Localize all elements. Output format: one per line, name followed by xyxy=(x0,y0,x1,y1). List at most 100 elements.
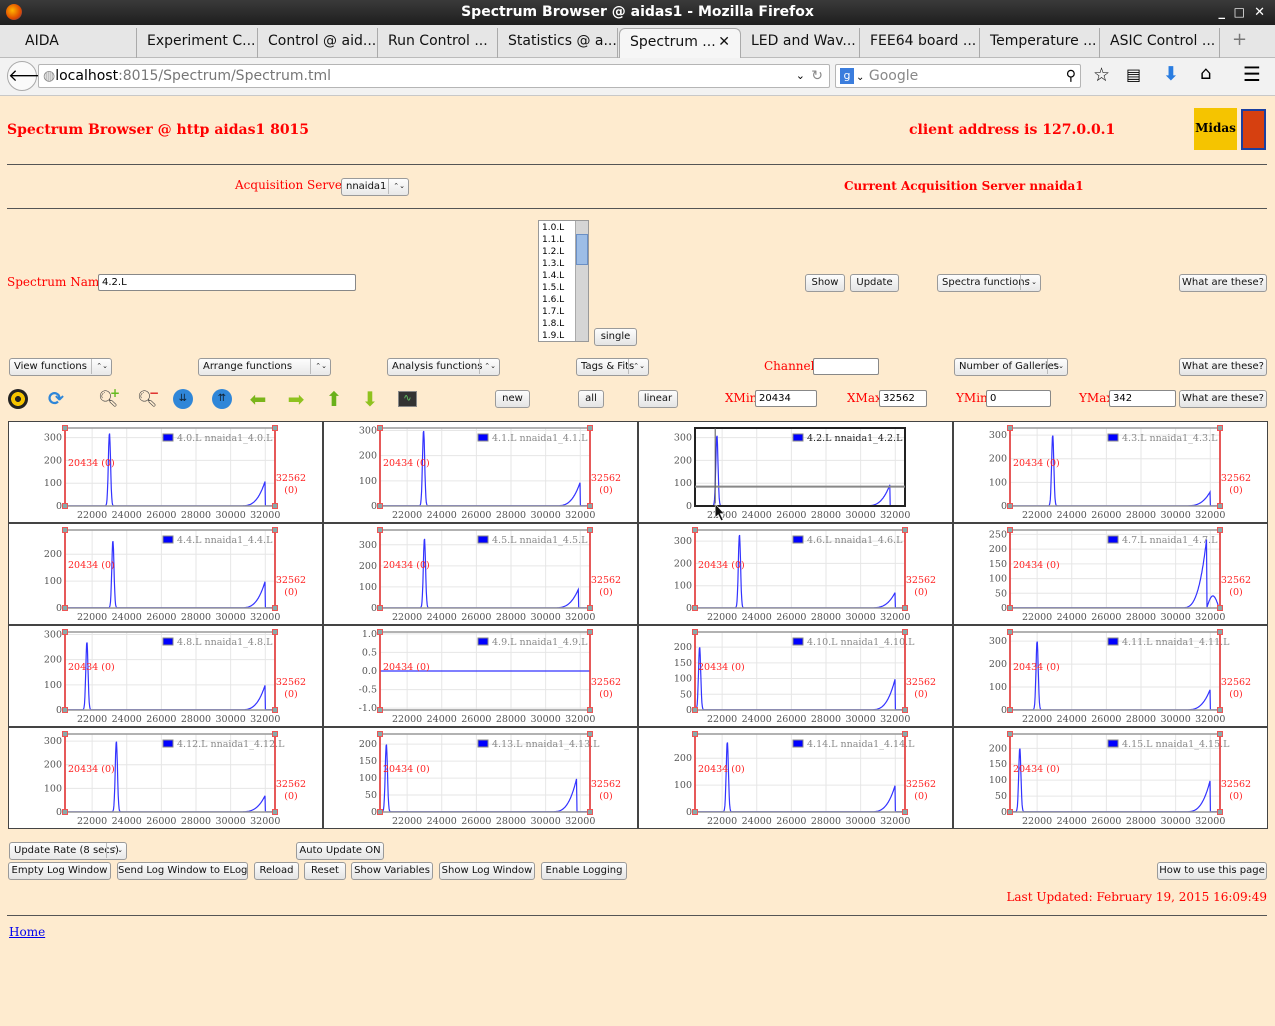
spectrum-panel[interactable]: 22000 24000 26000 28000 30000 32000 0 100 200 300… xyxy=(953,625,1268,727)
spectrum-panel[interactable]: 22000 24000 26000 28000 30000 32000 0 100 200 300… xyxy=(638,421,953,523)
what-are-these-button[interactable]: What are these? xyxy=(1179,390,1267,408)
enable-logging-button[interactable]: Enable Logging xyxy=(541,862,627,880)
tab-led[interactable]: LED and Wav... xyxy=(741,28,860,58)
spectra-functions-select[interactable]: Spectra functions xyxy=(937,274,1041,292)
compress-vertical-icon[interactable]: ⇈ xyxy=(212,389,232,409)
zoom-out-icon[interactable]: 🔍︎ − xyxy=(137,386,159,409)
channel-input[interactable] xyxy=(813,358,879,375)
auto-update-button[interactable]: Auto Update ON xyxy=(296,842,384,860)
home-link[interactable]: Home xyxy=(9,925,45,939)
spectrum-panel[interactable]: 22000 24000 26000 28000 30000 32000 0 100 200 4.4… xyxy=(8,523,323,625)
url-dropdown-icon[interactable]: ⌄ xyxy=(796,65,805,87)
what-are-these-button[interactable]: What are these? xyxy=(1179,358,1267,376)
update-button[interactable]: Update xyxy=(850,274,899,292)
binoculars-icon[interactable]: ⚲ xyxy=(1066,65,1076,87)
reload-button[interactable]: Reload xyxy=(254,862,299,880)
spectrum-chart[interactable]: 22000 24000 26000 28000 30000 32000 0 50 100 150 2… xyxy=(954,524,1269,626)
spectrum-name-input[interactable]: 4.2.L xyxy=(98,274,356,291)
radiation-icon[interactable] xyxy=(8,389,28,409)
tab-control[interactable]: Control @ aid... xyxy=(258,28,378,58)
arrow-right-icon[interactable]: ➡ xyxy=(286,389,306,409)
spectrum-chart[interactable]: 22000 24000 26000 28000 30000 32000 0 100 200 4.1… xyxy=(639,728,954,830)
spectrum-panel[interactable]: 22000 24000 26000 28000 30000 32000 0 50 100 150 2… xyxy=(323,727,638,829)
monitor-icon[interactable]: ∿ xyxy=(398,391,417,407)
downloads-icon[interactable]: ⬇ xyxy=(1163,63,1179,85)
tab-fee64[interactable]: FEE64 board ... xyxy=(860,28,980,58)
spectrum-panel[interactable]: 22000 24000 26000 28000 30000 32000 0 100 200 300… xyxy=(8,727,323,829)
arrow-down-icon[interactable]: ⬇ xyxy=(360,389,380,409)
minimize-icon[interactable]: _ xyxy=(1219,0,1226,25)
spectrum-panel[interactable]: 22000 24000 26000 28000 30000 32000 0 100 200 300… xyxy=(953,421,1268,523)
menu-icon[interactable]: ☰ xyxy=(1243,62,1261,86)
update-rate-select[interactable]: Update Rate (8 secs) xyxy=(9,842,127,860)
ymin-input[interactable]: 0 xyxy=(986,390,1051,407)
reset-button[interactable]: Reset xyxy=(304,862,346,880)
acquisition-server-select[interactable]: nnaida1 xyxy=(341,178,409,196)
tab-spectrum[interactable]: Spectrum ... ✕ xyxy=(619,28,741,58)
list-scrollbar[interactable] xyxy=(575,221,588,341)
refresh-icon[interactable]: ⟳ xyxy=(46,389,66,409)
spectrum-panel[interactable]: 22000 24000 26000 28000 30000 32000 -1.0 -0.5 0.… xyxy=(323,625,638,727)
send-log-to-elog-button[interactable]: Send Log Window to ELog xyxy=(117,862,248,880)
spectrum-panel[interactable]: 22000 24000 26000 28000 30000 32000 0 50 100 150 2… xyxy=(953,523,1268,625)
ymax-input[interactable]: 342 xyxy=(1109,390,1176,407)
spectrum-panel[interactable]: 22000 24000 26000 28000 30000 32000 0 100 200 4.1… xyxy=(638,727,953,829)
new-button[interactable]: new xyxy=(495,390,530,408)
spectrum-chart[interactable]: 22000 24000 26000 28000 30000 32000 0 50 100 150 2… xyxy=(324,728,639,830)
spectrum-chart[interactable]: 22000 24000 26000 28000 30000 320000100200300… xyxy=(639,422,954,524)
show-variables-button[interactable]: Show Variables xyxy=(351,862,433,880)
spectrum-panel[interactable]: 22000 24000 26000 28000 30000 32000 0 100 200 300… xyxy=(8,421,323,523)
new-tab-icon[interactable]: + xyxy=(1232,29,1247,50)
maximize-icon[interactable]: □ xyxy=(1234,0,1245,25)
show-log-window-button[interactable]: Show Log Window xyxy=(439,862,535,880)
tags-fits-select[interactable]: Tags & Fits xyxy=(576,358,649,376)
spectrum-chart[interactable]: 22000 24000 26000 28000 30000 320000100200300… xyxy=(9,626,324,728)
scrollbar-thumb[interactable] xyxy=(576,234,588,265)
linear-button[interactable]: linear xyxy=(638,390,678,408)
bookmark-star-icon[interactable]: ☆ xyxy=(1093,64,1110,86)
spectrum-chart[interactable]: 22000 24000 26000 28000 30000 32000 0 50 100 150 2… xyxy=(639,626,954,728)
all-button[interactable]: all xyxy=(578,390,604,408)
spectrum-chart[interactable]: 22000 24000 26000 28000 30000 32000 -1.0 -0.5 0.… xyxy=(324,626,639,728)
analysis-functions-select[interactable]: Analysis functions xyxy=(387,358,500,376)
show-button[interactable]: Show xyxy=(805,274,845,292)
spectrum-panel[interactable]: 22000 24000 26000 28000 30000 32000 0 50 100 150 2… xyxy=(953,727,1268,829)
spectrum-chart[interactable]: 22000 24000 26000 28000 30000 320000100200300… xyxy=(9,728,324,830)
tab-aida[interactable]: AIDA xyxy=(15,28,137,58)
tab-run-control[interactable]: Run Control ... xyxy=(378,28,498,58)
spectrum-panel[interactable]: 22000 24000 26000 28000 30000 32000 0 50 100 150 2… xyxy=(638,625,953,727)
empty-log-window-button[interactable]: Empty Log Window xyxy=(8,862,111,880)
view-functions-select[interactable]: View functions xyxy=(9,358,112,376)
spectrum-chart[interactable]: 22000 24000 26000 28000 30000 320000100200300… xyxy=(954,626,1269,728)
spectrum-panel[interactable]: 22000 24000 26000 28000 30000 32000 0 100 200 300… xyxy=(638,523,953,625)
home-icon[interactable]: ⌂ xyxy=(1200,63,1211,84)
number-of-galleries-select[interactable]: Number of Galleries xyxy=(954,358,1068,376)
spectrum-list[interactable]: 1.0.L 1.1.L 1.2.L 1.3.L 1.4.L 1.5.L 1.6.L 1.7.L… xyxy=(538,220,589,342)
reload-icon[interactable]: ↻ xyxy=(811,65,823,87)
xmax-input[interactable]: 32562 xyxy=(879,390,927,407)
close-tab-icon[interactable]: ✕ xyxy=(718,29,730,55)
single-button[interactable]: single xyxy=(594,328,637,346)
spectrum-panel[interactable]: 22000 24000 26000 28000 30000 32000 0 100 200 300… xyxy=(323,421,638,523)
arrow-left-icon[interactable]: ⬅ xyxy=(248,389,268,409)
tab-asic-control[interactable]: ASIC Control ... xyxy=(1100,28,1220,58)
url-bar[interactable]: ◍localhost:8015/Spectrum/Spectrum.tml ⌄ … xyxy=(38,64,830,88)
close-window-icon[interactable]: ✕ xyxy=(1254,0,1265,25)
tab-experiment-control[interactable]: Experiment C... xyxy=(137,28,258,58)
expand-vertical-icon[interactable]: ⇊ xyxy=(173,389,193,409)
back-button[interactable]: 🡐 xyxy=(7,61,54,91)
spectrum-panel[interactable]: 22000 24000 26000 28000 30000 32000 0 100 200 300… xyxy=(323,523,638,625)
arrow-up-icon[interactable]: ⬆ xyxy=(324,389,344,409)
spectrum-chart[interactable]: 22000 24000 26000 28000 30000 320000100200300… xyxy=(324,422,639,524)
spectrum-chart[interactable]: 22000 24000 26000 28000 30000 32000 0 50 100 150 2… xyxy=(954,728,1269,830)
arrange-functions-select[interactable]: Arrange functions xyxy=(198,358,331,376)
what-are-these-button[interactable]: What are these? xyxy=(1179,274,1267,292)
spectrum-chart[interactable]: 22000 24000 26000 28000 30000 320000100200300… xyxy=(954,422,1269,524)
spectrum-chart[interactable]: 22000 24000 26000 28000 30000 320000100200300… xyxy=(9,422,324,524)
spectrum-chart[interactable]: 22000 24000 26000 28000 30000 320000100200300… xyxy=(324,524,639,626)
spectrum-chart[interactable]: 22000 24000 26000 28000 30000 320000100200300… xyxy=(639,524,954,626)
how-to-use-button[interactable]: How to use this page xyxy=(1157,862,1267,880)
spectrum-panel[interactable]: 22000 24000 26000 28000 30000 32000 0 100 200 300… xyxy=(8,625,323,727)
tab-temperature[interactable]: Temperature ... xyxy=(980,28,1100,58)
spectrum-chart[interactable]: 22000 24000 26000 28000 30000 32000 0 100 200 4.4… xyxy=(9,524,324,626)
